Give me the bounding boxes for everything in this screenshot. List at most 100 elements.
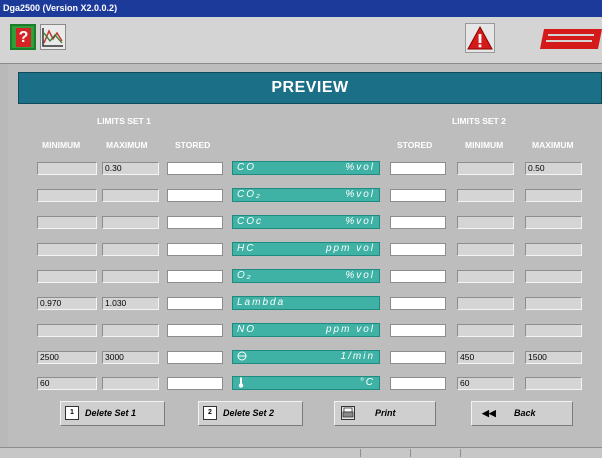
engine-speed-icon — [237, 351, 247, 364]
limits-set-2-title: LIMITS SET 2 — [452, 116, 506, 126]
measurement-label: HC ppm vol — [232, 242, 380, 256]
measurement-name: CO — [237, 162, 256, 173]
set2-stored-field[interactable] — [390, 216, 446, 229]
delete-set-1-icon: 1 — [65, 406, 79, 420]
sun-logo-icon — [534, 27, 602, 51]
set2-min-field[interactable]: 60 — [457, 377, 514, 390]
set2-max-field[interactable] — [525, 216, 582, 229]
back-arrows-icon: ◀◀ — [482, 408, 496, 418]
set1-min-field[interactable] — [37, 324, 97, 337]
set1-max-field[interactable] — [102, 243, 159, 256]
set1-stored-field[interactable] — [167, 189, 223, 202]
set2-stored-field[interactable] — [390, 324, 446, 337]
window-title: Dga2500 (Version X2.0.0.2) — [0, 0, 602, 17]
delete-set-2-button[interactable]: 2 Delete Set 2 — [198, 401, 303, 426]
delete-set-2-icon: 2 — [203, 406, 217, 420]
set2-min-field[interactable] — [457, 189, 514, 202]
status-segment — [460, 449, 601, 457]
measurement-label: CO %vol — [232, 161, 380, 175]
back-label: Back — [514, 408, 536, 418]
set1-max-field[interactable]: 3000 — [102, 351, 159, 364]
measurement-name: NO — [237, 324, 256, 335]
warning-triangle-icon[interactable] — [465, 23, 495, 53]
measurement-name — [237, 351, 247, 365]
set1-max-field[interactable]: 1.030 — [102, 297, 159, 310]
set1-min-field[interactable] — [37, 216, 97, 229]
set2-min-field[interactable] — [457, 324, 514, 337]
set2-stored-field[interactable] — [390, 270, 446, 283]
set2-stored-field[interactable] — [390, 189, 446, 202]
measurement-name: O₂ — [237, 270, 253, 281]
measurement-label: COc %vol — [232, 215, 380, 229]
set2-stored-field[interactable] — [390, 377, 446, 390]
set1-max-field[interactable] — [102, 377, 159, 390]
set1-stored-field[interactable] — [167, 324, 223, 337]
set1-maximum-header: MAXIMUM — [106, 140, 148, 150]
set1-stored-field[interactable] — [167, 216, 223, 229]
set2-max-field[interactable] — [525, 270, 582, 283]
print-label: Print — [375, 408, 396, 418]
set1-max-field[interactable] — [102, 270, 159, 283]
set2-max-field[interactable] — [525, 243, 582, 256]
set2-minimum-header: MINIMUM — [465, 140, 504, 150]
set1-min-field[interactable] — [37, 270, 97, 283]
printer-icon — [341, 406, 355, 420]
set1-min-field[interactable] — [37, 243, 97, 256]
measurement-label: °C — [232, 376, 380, 390]
set1-stored-field[interactable] — [167, 243, 223, 256]
set2-max-field[interactable]: 1500 — [525, 351, 582, 364]
measurement-label: 1/min — [232, 350, 380, 364]
set2-min-field[interactable] — [457, 243, 514, 256]
delete-set-1-label: Delete Set 1 — [85, 408, 137, 418]
limits-set-1-title: LIMITS SET 1 — [97, 116, 151, 126]
set2-stored-header: STORED — [397, 140, 433, 150]
set1-stored-field[interactable] — [167, 162, 223, 175]
set2-max-field[interactable] — [525, 324, 582, 337]
set2-stored-field[interactable] — [390, 243, 446, 256]
delete-set-2-label: Delete Set 2 — [223, 408, 275, 418]
set1-min-field[interactable]: 0.970 — [37, 297, 97, 310]
measurement-unit: %vol — [345, 162, 375, 173]
set1-max-field[interactable] — [102, 216, 159, 229]
set2-max-field[interactable] — [525, 189, 582, 202]
measurement-label: NO ppm vol — [232, 323, 380, 337]
graph-icon[interactable] — [40, 24, 66, 50]
measurement-unit: %vol — [345, 216, 375, 227]
set1-stored-field[interactable] — [167, 297, 223, 310]
set2-stored-field[interactable] — [390, 162, 446, 175]
status-segment — [360, 449, 411, 457]
measurement-name — [237, 377, 245, 392]
set2-min-field[interactable] — [457, 297, 514, 310]
set1-min-field[interactable]: 60 — [37, 377, 97, 390]
set2-stored-field[interactable] — [390, 297, 446, 310]
back-button[interactable]: ◀◀ Back — [471, 401, 573, 426]
set1-max-field[interactable]: 0.30 — [102, 162, 159, 175]
set2-maximum-header: MAXIMUM — [532, 140, 574, 150]
set1-stored-field[interactable] — [167, 377, 223, 390]
set1-min-field[interactable] — [37, 162, 97, 175]
set2-max-field[interactable] — [525, 377, 582, 390]
set2-max-field[interactable] — [525, 297, 582, 310]
set1-min-field[interactable] — [37, 189, 97, 202]
measurement-name: CO₂ — [237, 189, 262, 200]
thermometer-icon — [237, 377, 245, 391]
set2-min-field[interactable] — [457, 162, 514, 175]
print-button[interactable]: Print — [334, 401, 436, 426]
set1-stored-field[interactable] — [167, 270, 223, 283]
delete-set-1-button[interactable]: 1 Delete Set 1 — [60, 401, 165, 426]
set1-stored-field[interactable] — [167, 351, 223, 364]
set2-min-field[interactable] — [457, 216, 514, 229]
set1-max-field[interactable] — [102, 324, 159, 337]
set1-max-field[interactable] — [102, 189, 159, 202]
page-title: PREVIEW — [18, 72, 602, 104]
measurement-unit: %vol — [345, 270, 375, 281]
measurement-name: HC — [237, 243, 256, 254]
set2-max-field[interactable]: 0.50 — [525, 162, 582, 175]
set2-min-field[interactable] — [457, 270, 514, 283]
help-question-icon[interactable]: ? — [10, 24, 36, 50]
set1-min-field[interactable]: 2500 — [37, 351, 97, 364]
set1-stored-header: STORED — [175, 140, 211, 150]
set2-min-field[interactable]: 450 — [457, 351, 514, 364]
measurement-unit: °C — [359, 377, 375, 388]
set2-stored-field[interactable] — [390, 351, 446, 364]
